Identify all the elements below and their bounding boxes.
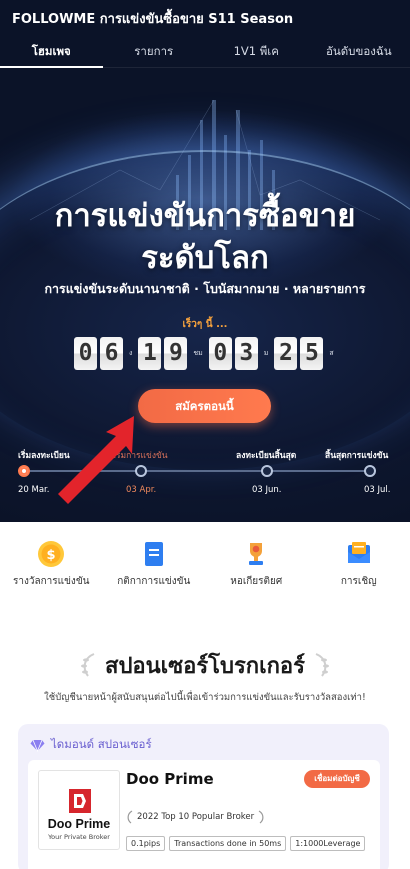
- broker-tag: Transactions done in 50ms: [169, 836, 287, 851]
- countdown-hours-unit: ชม: [193, 348, 203, 357]
- countdown-seconds-ones: 5: [300, 336, 324, 370]
- timeline-step-label: ลงทะเบียนสิ้นสุด: [236, 451, 297, 461]
- countdown-minutes-unit: ม: [263, 348, 269, 357]
- feature-invite-label: การเชิญ: [340, 576, 377, 587]
- timeline-date: 03 Jun.: [252, 485, 282, 495]
- countdown-hours-ones: 9: [164, 336, 188, 370]
- countdown-minutes-ones: 3: [234, 336, 258, 370]
- hero-headline-line2: ระดับโลก: [141, 240, 269, 276]
- tab-home[interactable]: โฮมเพจ: [0, 36, 103, 68]
- broker-card[interactable]: Doo Prime Your Private Broker Doo Prime …: [28, 760, 380, 869]
- timeline-date: 03 Jul.: [364, 485, 391, 495]
- broker-logo-wordmark: Doo Prime: [47, 817, 111, 831]
- award-laurel-right-icon: [258, 810, 264, 824]
- svg-text:$: $: [47, 548, 56, 563]
- sponsor-section-subtitle: ใช้บัญชีนายหน้าผู้สนับสนุนต่อไปนี้เพื่อเ…: [44, 692, 366, 703]
- laurel-right-icon: [315, 653, 329, 677]
- sponsor-tier-card: ไดมอนด์ สปอนเซอร์ Doo Prime Your Private…: [18, 724, 389, 869]
- coin-icon: $: [38, 541, 65, 567]
- feature-hall-of-fame[interactable]: หอเกียรติยศ: [205, 536, 308, 606]
- hero-subline: การแข่งขันระดับนานาชาติ · โบนัสมากมาย · …: [44, 281, 366, 296]
- countdown-days-unit: ง: [129, 348, 133, 357]
- tab-list[interactable]: รายการ: [103, 36, 206, 67]
- broker-award: 2022 Top 10 Popular Broker: [126, 810, 265, 824]
- timeline-dot-done: [18, 465, 30, 477]
- coming-soon-label: เร็วๆ นี้ ...: [182, 319, 228, 330]
- countdown-seconds-unit: ส: [329, 348, 334, 357]
- broker-award-text: 2022 Top 10 Popular Broker: [137, 812, 255, 822]
- countdown-hours-tens: 1: [138, 336, 162, 370]
- trophy-icon: [249, 543, 264, 565]
- broker-logo: Doo Prime Your Private Broker: [38, 770, 120, 850]
- hero-banner: FOLLOWME การแข่งขันซื้อขาย S11 Season โฮ…: [0, 0, 410, 522]
- feature-links: $ รางวัลการแข่งขัน กติกาการแข่งขัน หอเกี…: [0, 536, 410, 606]
- countdown-seconds-tens: 2: [274, 336, 298, 370]
- timeline-dot: [364, 465, 376, 477]
- tab-bar: โฮมเพจ รายการ 1V1 พีเค อันดับของฉัน: [0, 36, 410, 68]
- annotation-arrow-icon: [58, 416, 134, 504]
- feature-prizes[interactable]: $ รางวัลการแข่งขัน: [0, 536, 103, 606]
- broker-logo-tagline: Your Private Broker: [48, 833, 110, 841]
- sponsor-tier-header: ไดมอนด์ สปอนเซอร์: [30, 736, 152, 754]
- feature-rules-label: กติกาการแข่งขัน: [117, 576, 191, 587]
- register-now-button[interactable]: สมัครตอนนี้: [138, 389, 271, 423]
- connect-account-button[interactable]: เชื่อมต่อบัญชี: [304, 770, 370, 788]
- sponsor-tier-label: ไดมอนด์ สปอนเซอร์: [51, 737, 152, 751]
- feature-prizes-label: รางวัลการแข่งขัน: [13, 576, 90, 587]
- award-laurel-left-icon: [127, 810, 133, 824]
- timeline-step-label: สิ้นสุดการแข่งขัน: [325, 451, 389, 461]
- diamond-icon: [30, 739, 45, 752]
- tab-1v1-pk[interactable]: 1V1 พีเค: [205, 36, 308, 67]
- feature-rules[interactable]: กติกาการแข่งขัน: [103, 536, 206, 606]
- timeline-dot: [261, 465, 273, 477]
- app-title: FOLLOWME การแข่งขันซื้อขาย S11 Season: [12, 11, 294, 27]
- feature-hall-of-fame-label: หอเกียรติยศ: [230, 576, 283, 587]
- app-title-bar: FOLLOWME การแข่งขันซื้อขาย S11 Season: [0, 0, 410, 36]
- countdown-days-tens: 0: [74, 336, 97, 370]
- broker-tags: 0.1pips Transactions done in 50ms 1:1000…: [126, 836, 369, 851]
- sponsor-section-title: สปอนเซอร์โบรกเกอร์: [105, 654, 305, 679]
- tab-my-ranking[interactable]: อันดับของฉัน: [308, 36, 410, 67]
- countdown-timer: 0 6 ง 1 9 ชม 0 3 ม 2 5 ส: [74, 336, 340, 370]
- doo-prime-logo-icon: [69, 789, 91, 813]
- countdown-days-ones: 6: [100, 336, 123, 370]
- document-icon: [144, 542, 163, 566]
- timeline-date: 20 Mar.: [18, 485, 50, 495]
- feature-invite[interactable]: การเชิญ: [308, 536, 410, 606]
- countdown-minutes-tens: 0: [208, 336, 232, 370]
- broker-tag: 1:1000Leverage: [290, 836, 366, 851]
- broker-tag: 0.1pips: [126, 836, 166, 851]
- envelope-icon: [347, 542, 370, 563]
- broker-name: Doo Prime: [126, 770, 214, 788]
